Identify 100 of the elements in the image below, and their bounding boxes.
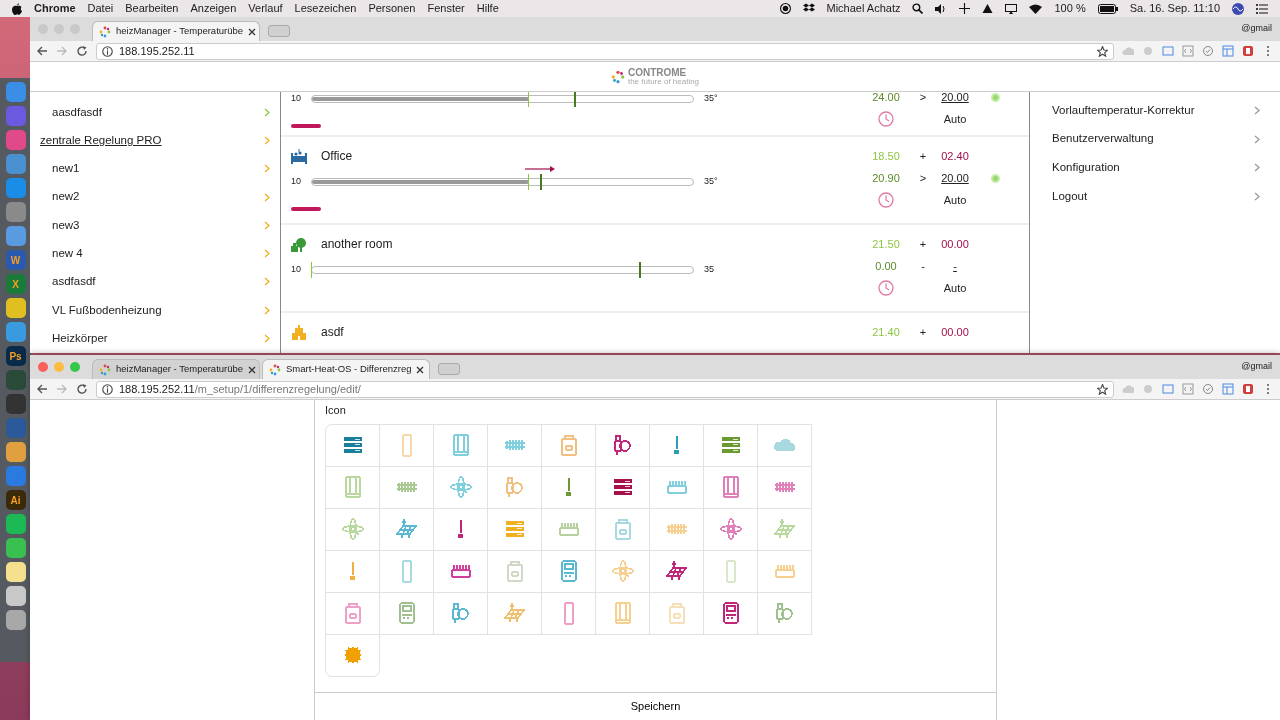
setpoint-marker[interactable] <box>573 92 576 107</box>
check-circle-icon[interactable] <box>1202 383 1214 395</box>
list-icon[interactable] <box>1256 3 1268 14</box>
square-icon[interactable] <box>1242 383 1254 395</box>
cloud-icon[interactable] <box>1122 383 1134 395</box>
square-icon[interactable] <box>1242 45 1254 57</box>
chevron-icon[interactable] <box>1254 105 1260 115</box>
triangle-icon[interactable] <box>982 3 994 14</box>
window-icon[interactable] <box>1162 45 1174 57</box>
profile-name[interactable]: @gmail <box>1241 360 1280 374</box>
app-icon[interactable] <box>5 562 26 582</box>
app-icon[interactable] <box>5 226 26 246</box>
menu-item[interactable]: Datei <box>87 0 114 17</box>
app-icon[interactable] <box>5 514 26 534</box>
sidebar-item[interactable]: zentrale Regelung PRO <box>30 126 280 155</box>
target-value[interactable]: 00.00 <box>941 323 969 341</box>
app-icon[interactable] <box>5 538 26 558</box>
chevron-icon[interactable] <box>264 277 270 287</box>
clock-icon[interactable] <box>878 111 894 127</box>
target-value[interactable]: - <box>953 257 957 275</box>
layout-icon[interactable] <box>1222 383 1234 395</box>
icon-option[interactable] <box>325 423 380 467</box>
chevron-icon[interactable] <box>1254 134 1260 144</box>
chevron-icon[interactable] <box>264 305 270 315</box>
battery-percent[interactable]: 100 % <box>1054 0 1086 17</box>
menu-item[interactable]: Lesezeichen <box>294 0 357 17</box>
star-icon[interactable] <box>1097 45 1108 57</box>
menu-item[interactable]: Hilfe <box>476 0 499 17</box>
browser-tab[interactable]: heizManager - Temperaturübe <box>92 21 260 41</box>
new-tab-button[interactable] <box>438 363 460 375</box>
move-icon[interactable] <box>959 3 971 14</box>
app-icon[interactable] <box>5 298 26 318</box>
wifi-icon[interactable] <box>1029 3 1043 14</box>
target-value[interactable]: 20.00 <box>941 92 969 106</box>
room-name[interactable]: another room <box>321 235 393 253</box>
display-icon[interactable] <box>1005 3 1018 14</box>
chevron-icon[interactable] <box>264 192 270 202</box>
chevron-icon[interactable] <box>264 249 270 259</box>
app-menu[interactable]: Chrome <box>34 0 76 17</box>
app-icon[interactable] <box>5 610 26 630</box>
circle-icon[interactable] <box>1142 383 1154 395</box>
record-icon[interactable] <box>779 3 791 14</box>
target-value[interactable]: 00.00 <box>941 235 969 253</box>
setpoint-marker[interactable] <box>638 262 641 278</box>
sidebar-item[interactable]: new1 <box>30 154 280 183</box>
menu-item[interactable]: Personen <box>368 0 416 17</box>
chevron-icon[interactable] <box>1254 163 1260 173</box>
sidebar-item[interactable]: VL Fußbodenheizung <box>30 296 280 325</box>
code-icon[interactable] <box>1182 45 1194 57</box>
new-tab-button[interactable] <box>268 25 290 37</box>
save-button[interactable]: Speichern <box>622 696 689 717</box>
menu-item[interactable]: Fenster <box>427 0 465 17</box>
sidebar-item[interactable]: Heizkörper <box>30 324 280 353</box>
room-row[interactable]: Office 10 35° 18.50 + 02.40 20.90 > 20.00 Auto <box>281 137 1029 225</box>
minimize-button[interactable] <box>54 362 64 372</box>
setpoint-marker[interactable] <box>539 174 542 190</box>
volume-icon[interactable] <box>935 3 948 14</box>
chevron-icon[interactable] <box>264 107 270 117</box>
chevron-icon[interactable] <box>1254 191 1260 201</box>
menu-link[interactable]: Benutzerverwaltung <box>1052 124 1260 154</box>
browser-tab[interactable]: Smart-Heat-OS - Differenzreg <box>262 359 430 379</box>
app-icon[interactable] <box>5 586 26 606</box>
sidebar-item[interactable]: new3 <box>30 211 280 240</box>
window-icon[interactable] <box>1162 383 1174 395</box>
room-row[interactable]: another room 10 35 21.50 + 00.00 0.00 - - Auto <box>281 225 1029 313</box>
star-icon[interactable] <box>1097 383 1108 395</box>
room-name[interactable]: Office <box>321 147 353 165</box>
code-icon[interactable] <box>1182 383 1194 395</box>
zoom-button[interactable] <box>70 362 80 372</box>
battery-icon[interactable] <box>1097 3 1118 14</box>
back-icon[interactable] <box>36 383 48 395</box>
target-value[interactable]: 20.00 <box>941 169 969 187</box>
reload-icon[interactable] <box>76 45 88 57</box>
chevron-icon[interactable] <box>264 164 270 174</box>
app-icon[interactable] <box>5 442 26 462</box>
app-icon[interactable]: Ai <box>5 490 26 510</box>
browser-tab[interactable]: heizManager - Temperaturübe <box>92 359 260 379</box>
chevron-icon[interactable] <box>264 334 270 343</box>
sidebar-item[interactable]: new 4 <box>30 239 280 268</box>
menu-link[interactable]: Logout <box>1052 182 1260 211</box>
close-button[interactable] <box>38 362 48 372</box>
sidebar-item[interactable]: new2 <box>30 182 280 212</box>
menu-link[interactable]: Konfiguration <box>1052 153 1260 183</box>
siri-icon[interactable] <box>1232 2 1244 15</box>
sidebar-item[interactable]: aasdfasdf <box>30 98 280 127</box>
menubar-clock[interactable]: Sa. 16. Sep. 11:10 <box>1129 0 1220 17</box>
menu-item[interactable]: Anzeigen <box>190 0 237 17</box>
menu-item[interactable]: Bearbeiten <box>125 0 179 17</box>
menu-link[interactable]: Vorlauftemperatur-Korrektur <box>1052 96 1260 125</box>
check-circle-icon[interactable] <box>1202 45 1214 57</box>
user-name[interactable]: Michael Achatz <box>826 0 901 17</box>
profile-name[interactable]: @gmail <box>1241 22 1280 36</box>
circle-icon[interactable] <box>1142 45 1154 57</box>
forward-icon[interactable] <box>56 383 68 395</box>
layout-icon[interactable] <box>1222 45 1234 57</box>
room-name[interactable]: asdf <box>321 323 344 341</box>
room-row[interactable]: 10 35° 24.00 > 20.00 Auto <box>281 92 1029 137</box>
mode-label[interactable]: Auto <box>943 110 967 128</box>
chevron-icon[interactable] <box>264 135 270 145</box>
app-icon[interactable]: Ps <box>5 346 26 366</box>
